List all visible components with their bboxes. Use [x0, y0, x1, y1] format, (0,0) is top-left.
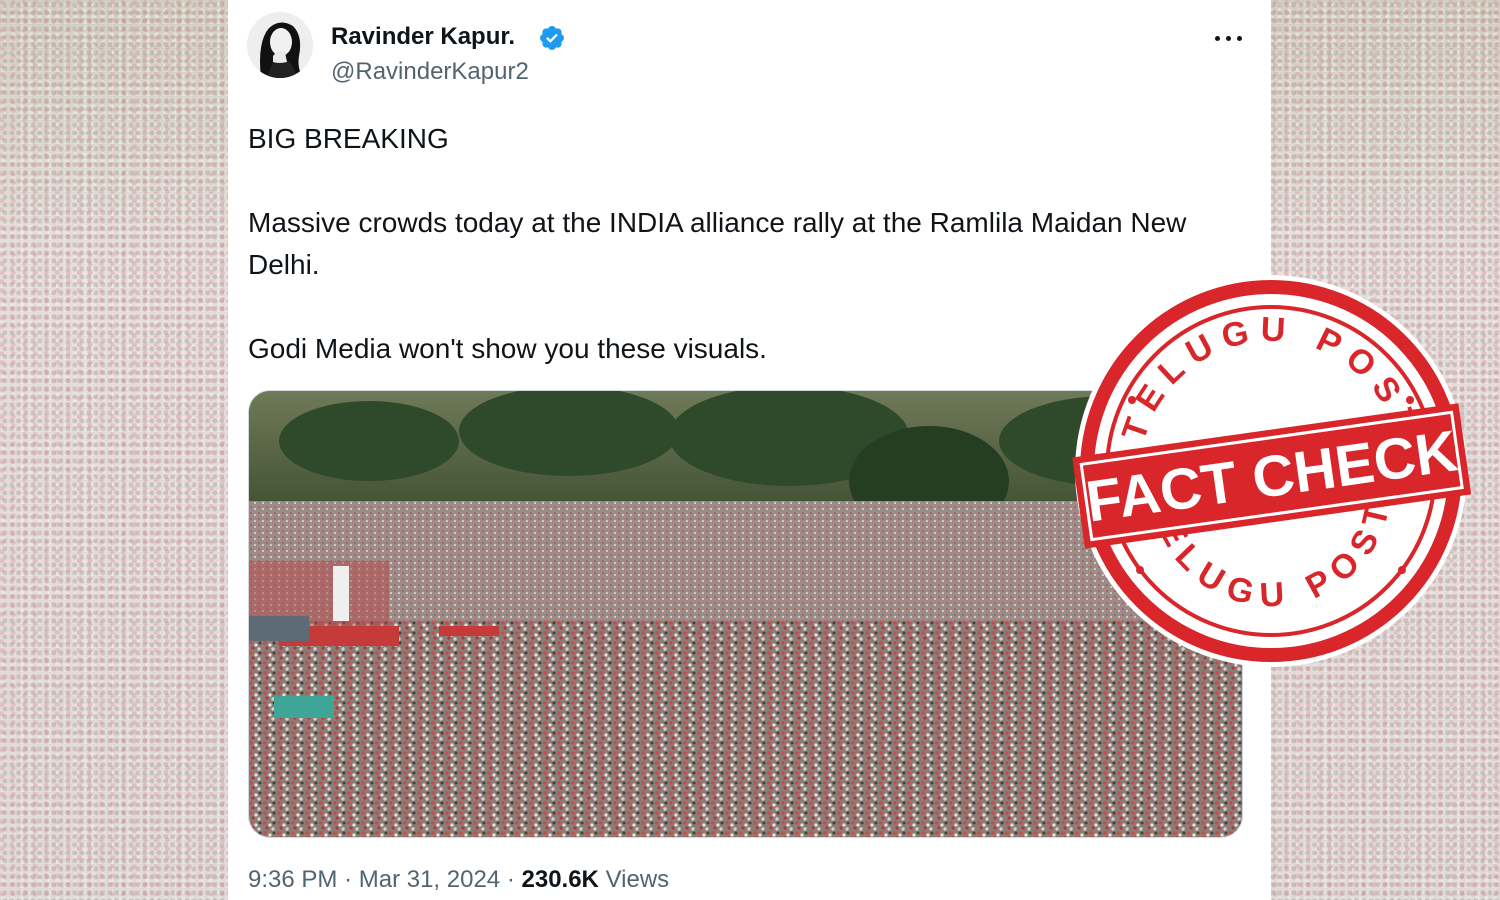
- verified-badge-icon: [540, 26, 564, 50]
- tweet-footer: 9:36 PM · Mar 31, 2024 · 230.6K Views: [248, 866, 669, 894]
- tweet-date[interactable]: Mar 31, 2024: [359, 866, 500, 893]
- tweet-text-line: BIG BREAKING: [248, 123, 449, 154]
- views-count: 230.6K: [521, 866, 599, 893]
- tweet-time[interactable]: 9:36 PM: [248, 866, 337, 893]
- more-options-icon[interactable]: [1213, 26, 1245, 50]
- fact-check-stamp: TELUGU POST TELUGU POST FACT CHECK: [1072, 275, 1472, 667]
- separator: ·: [344, 866, 353, 893]
- author-handle[interactable]: @RavinderKapur2: [331, 58, 529, 86]
- separator: ·: [506, 866, 515, 893]
- views-label: Views: [605, 866, 670, 893]
- author-name[interactable]: Ravinder Kapur.: [331, 23, 515, 51]
- avatar[interactable]: [247, 12, 313, 78]
- avatar-portrait: [247, 12, 313, 78]
